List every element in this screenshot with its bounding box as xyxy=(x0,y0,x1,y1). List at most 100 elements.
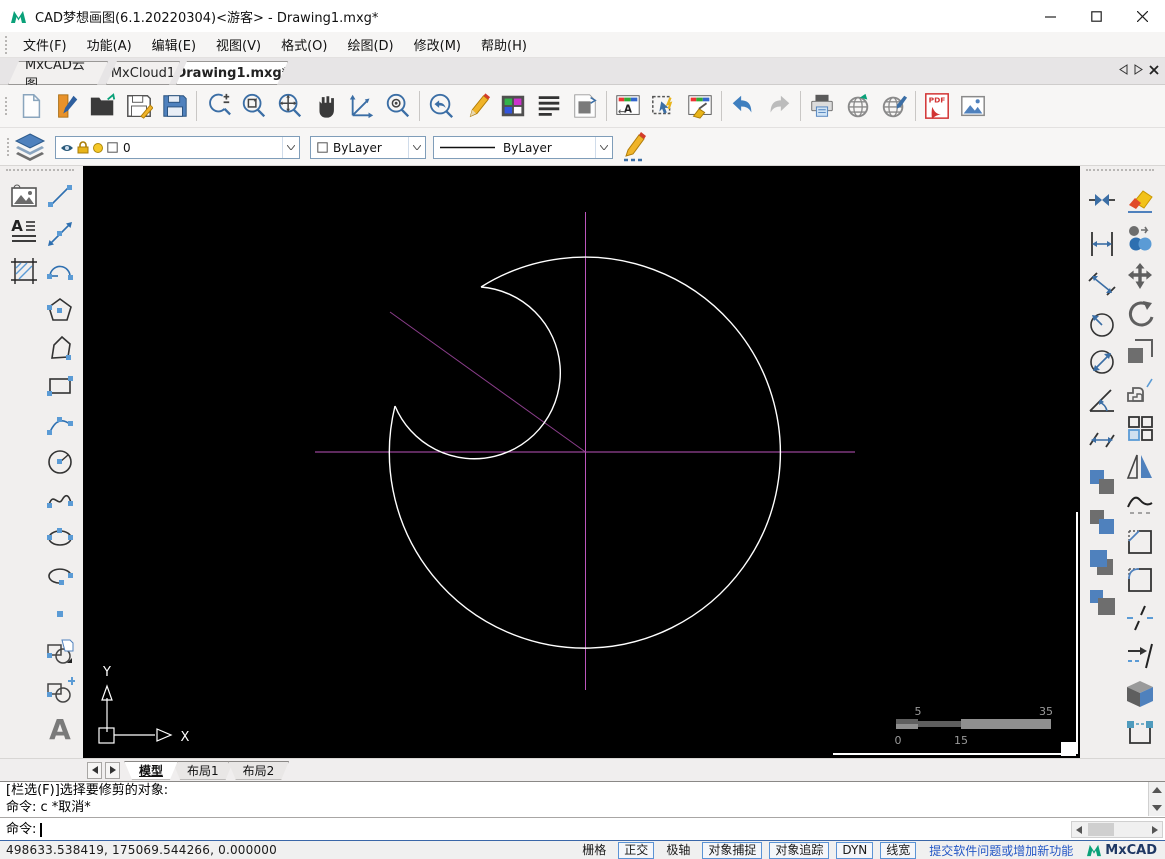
arc-button[interactable] xyxy=(44,256,76,288)
outer-circle-arc[interactable] xyxy=(388,256,782,649)
chamfer-button[interactable] xyxy=(1124,526,1156,558)
dim-aligned-button[interactable] xyxy=(1086,268,1118,300)
canvas-vscroll-thumb[interactable] xyxy=(1076,512,1078,754)
ellipse-button[interactable] xyxy=(44,522,76,554)
polygon-free-button[interactable] xyxy=(44,332,76,364)
new-file-button[interactable] xyxy=(13,87,49,125)
ucs-view-button[interactable] xyxy=(344,87,380,125)
toggle-polar[interactable]: 极轴 xyxy=(661,843,695,858)
undo-button[interactable] xyxy=(725,87,761,125)
zoom-window-button[interactable] xyxy=(236,87,272,125)
menu-file[interactable]: 文件(F) xyxy=(13,32,77,57)
tab-scroll-right-icon[interactable] xyxy=(1134,64,1143,75)
feedback-link[interactable]: 提交软件问题或增加新功能 xyxy=(929,842,1073,859)
block-create-button[interactable] xyxy=(44,674,76,706)
toggle-ortho[interactable]: 正交 xyxy=(618,841,655,859)
line-button[interactable] xyxy=(44,180,76,212)
draworder-back-button[interactable] xyxy=(1086,506,1118,538)
lineweight-pencil-icon[interactable] xyxy=(622,132,648,162)
command-input-row[interactable]: 命令: xyxy=(0,817,1165,841)
scale-button[interactable] xyxy=(1124,336,1156,368)
dim-angular-button[interactable] xyxy=(1086,384,1118,416)
toggle-lineweight[interactable]: 线宽 xyxy=(880,841,917,859)
block-insert-button[interactable] xyxy=(44,636,76,668)
layer-visible-icon[interactable] xyxy=(60,142,74,154)
color-palette-button[interactable] xyxy=(495,87,531,125)
dim-radius-button[interactable] xyxy=(1086,308,1118,340)
pan-button[interactable] xyxy=(308,87,344,125)
menu-format[interactable]: 格式(O) xyxy=(271,32,337,57)
fillet-button[interactable] xyxy=(1124,564,1156,596)
trim-button[interactable] xyxy=(1086,184,1118,216)
linetype-dropdown-chevron[interactable] xyxy=(595,137,612,158)
dim-linear-button[interactable] xyxy=(1086,228,1118,260)
open-drawing-button[interactable] xyxy=(49,87,85,125)
save-as-button[interactable] xyxy=(157,87,193,125)
box-3d-button[interactable] xyxy=(1124,678,1156,710)
layer-color-swatch[interactable] xyxy=(107,142,118,153)
mirror-button[interactable] xyxy=(1124,450,1156,482)
lengthen-button[interactable] xyxy=(1124,640,1156,672)
toggle-otrack[interactable]: 对象追踪 xyxy=(769,841,830,859)
dim-jog-button[interactable] xyxy=(1086,424,1118,456)
spline-button[interactable] xyxy=(44,484,76,516)
construction-diagonal-line[interactable] xyxy=(389,311,586,453)
open-folder-button[interactable] xyxy=(85,87,121,125)
command-history-scrollbar[interactable] xyxy=(1148,782,1165,816)
menu-function[interactable]: 功能(A) xyxy=(77,32,142,57)
toggle-dyn[interactable]: DYN xyxy=(836,841,874,859)
draworder-below-button[interactable] xyxy=(1086,586,1118,618)
layer-lock-icon[interactable] xyxy=(77,141,89,154)
color-dropdown-chevron[interactable] xyxy=(408,137,425,158)
layer-dropdown-chevron[interactable] xyxy=(282,137,299,158)
tab-mxcloud1[interactable]: MxCloud1 xyxy=(106,61,180,85)
pdf-export-button[interactable]: PDF xyxy=(919,87,955,125)
layer-manager-icon[interactable] xyxy=(14,133,46,161)
zoom-extents-button[interactable] xyxy=(272,87,308,125)
move-button[interactable] xyxy=(1124,260,1156,292)
toggle-osnap[interactable]: 对象捕捉 xyxy=(702,841,763,859)
save-button[interactable] xyxy=(121,87,157,125)
property-brush-button[interactable] xyxy=(682,87,718,125)
menu-edit[interactable]: 编辑(E) xyxy=(142,32,206,57)
redo-button[interactable] xyxy=(761,87,797,125)
scroll-up-icon[interactable] xyxy=(1151,784,1163,796)
tab-close-icon[interactable] xyxy=(1149,64,1159,75)
spline-edit-button[interactable] xyxy=(1124,488,1156,520)
minimize-button[interactable] xyxy=(1027,0,1073,32)
dim-diameter-button[interactable] xyxy=(1086,346,1118,378)
tab-drawing1[interactable]: Drawing1.mxg* xyxy=(176,61,288,85)
zoom-center-button[interactable] xyxy=(380,87,416,125)
command-hscrollbar[interactable] xyxy=(1071,821,1163,838)
scroll-left-icon[interactable] xyxy=(1076,825,1082,834)
text-button[interactable]: A xyxy=(44,712,76,744)
mtext-button[interactable]: A xyxy=(8,216,40,248)
inner-circle-arc[interactable] xyxy=(394,286,562,460)
ellipse-arc-button[interactable] xyxy=(44,560,76,592)
rectangle-button[interactable] xyxy=(44,370,76,402)
toggle-grid[interactable]: 栅格 xyxy=(577,843,611,858)
color-select[interactable]: ByLayer xyxy=(310,136,426,159)
menu-help[interactable]: 帮助(H) xyxy=(471,32,537,57)
layer-select[interactable]: 0 xyxy=(55,136,300,159)
layout-scroll-right-button[interactable] xyxy=(105,761,120,779)
rotate-button[interactable] xyxy=(1124,298,1156,330)
scroll-right-icon[interactable] xyxy=(1152,825,1158,834)
draworder-front-button[interactable] xyxy=(1086,466,1118,498)
hatch-button[interactable] xyxy=(8,255,40,287)
menu-modify[interactable]: 修改(M) xyxy=(404,32,471,57)
circle-button[interactable] xyxy=(44,446,76,478)
menu-draw[interactable]: 绘图(D) xyxy=(337,32,403,57)
linetype-select[interactable]: ByLayer xyxy=(433,136,613,159)
point-button[interactable] xyxy=(44,598,76,630)
web-publish-button[interactable] xyxy=(840,87,876,125)
scroll-down-icon[interactable] xyxy=(1151,802,1163,814)
close-button[interactable] xyxy=(1119,0,1165,32)
zoom-scale-button[interactable] xyxy=(200,87,236,125)
arc-3point-button[interactable] xyxy=(44,408,76,440)
zoom-previous-button[interactable] xyxy=(423,87,459,125)
maximize-button[interactable] xyxy=(1073,0,1119,32)
offset-button[interactable] xyxy=(1124,374,1156,406)
tab-model[interactable]: 模型 xyxy=(124,761,178,780)
canvas-scroll-corner[interactable] xyxy=(1061,742,1076,756)
